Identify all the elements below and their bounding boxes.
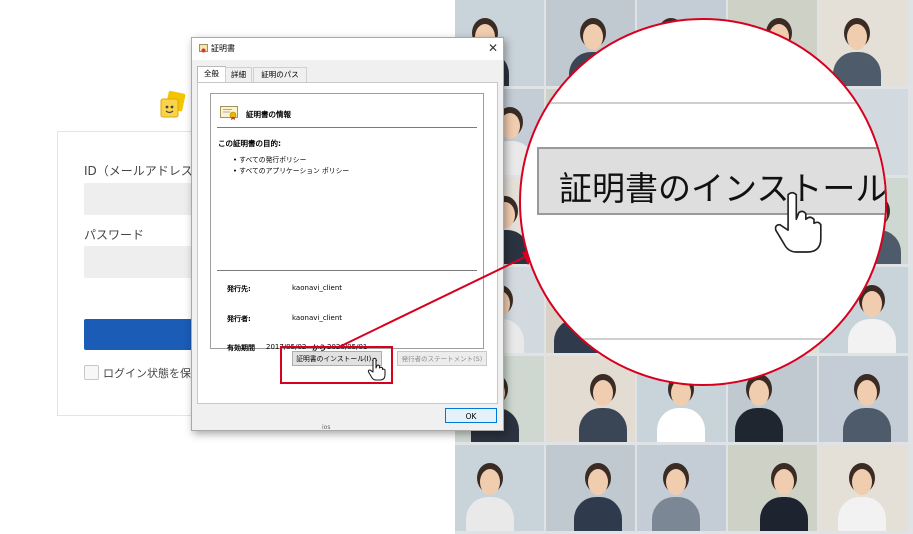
purpose-item: • すべてのアプリケーション ポリシー — [233, 167, 350, 175]
tab-details[interactable]: 詳細 — [225, 67, 252, 82]
photo-tile — [728, 445, 817, 531]
close-icon[interactable]: ✕ — [486, 40, 500, 56]
dialog-titlebar: 証明書 ✕ — [192, 38, 503, 60]
issuer-statement-button: 発行者のステートメント(S) — [397, 351, 487, 366]
password-label: パスワード — [84, 228, 145, 242]
zoom-callout: 証明書のインストール(I)... — [519, 18, 887, 386]
tab-general[interactable]: 全般 — [197, 66, 226, 83]
purpose-header: この証明書の目的: — [218, 139, 281, 148]
issued-by-label: 発行者: — [227, 315, 251, 323]
certificate-icon — [220, 106, 238, 120]
certificate-small-icon — [199, 44, 208, 53]
divider — [217, 127, 477, 128]
issued-by-value: kaonavi_client — [292, 314, 343, 322]
info-header: 証明書の情報 — [246, 110, 291, 119]
kaonavi-logo-icon — [160, 90, 186, 118]
issued-to-value: kaonavi_client — [292, 284, 343, 292]
photo-tile — [637, 445, 726, 531]
tab-cert-path[interactable]: 証明のパス — [253, 67, 307, 82]
login-button[interactable] — [84, 319, 204, 350]
issued-to-label: 発行先: — [227, 285, 251, 293]
certificate-info-box: 証明書の情報 この証明書の目的: • すべての発行ポリシー • すべてのアプリケ… — [210, 93, 484, 352]
certificate-dialog: 証明書 ✕ 全般 詳細 証明のパス 証明書の情報 この証明書の目的: • すべて… — [191, 37, 504, 431]
validity-label: 有効期間 — [227, 344, 255, 352]
remember-checkbox[interactable] — [84, 365, 99, 380]
valid-from: 2017/05/02 — [266, 343, 307, 351]
photo-tile — [455, 445, 544, 531]
bottom-text: ios — [322, 424, 331, 431]
general-panel: 証明書の情報 この証明書の目的: • すべての発行ポリシー • すべてのアプリケ… — [197, 82, 498, 404]
zoom-divider — [521, 102, 885, 104]
id-input[interactable] — [84, 183, 204, 215]
hand-pointer-icon — [774, 191, 822, 253]
ok-button[interactable]: OK — [445, 408, 497, 423]
hand-pointer-icon — [367, 357, 386, 381]
divider — [217, 270, 477, 271]
photo-tile — [819, 445, 908, 531]
photo-tile — [546, 356, 635, 442]
photo-tile — [546, 445, 635, 531]
password-input[interactable] — [84, 246, 204, 278]
purpose-item: • すべての発行ポリシー — [233, 156, 307, 164]
zoomed-install-label: 証明書のインストール(I)... — [559, 169, 887, 208]
id-label: ID（メールアドレス） — [84, 164, 205, 178]
zoom-divider — [521, 338, 885, 340]
dialog-title: 証明書 — [211, 44, 235, 53]
photo-tile — [819, 356, 908, 442]
valid-to: 2020/05/01 — [327, 343, 368, 351]
